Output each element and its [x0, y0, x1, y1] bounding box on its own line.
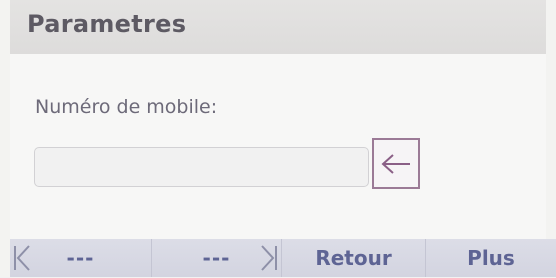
page-title: Parametres	[27, 10, 187, 38]
retour-softkey-label: Retour	[315, 246, 392, 270]
softkey-1-label: ---	[66, 246, 95, 270]
backspace-button[interactable]	[372, 138, 420, 189]
skip-last-icon	[261, 245, 277, 271]
plus-softkey-label: Plus	[467, 246, 515, 270]
skip-first-icon	[14, 245, 30, 271]
arrow-left-icon	[381, 153, 410, 174]
softkey-1[interactable]: ---	[10, 239, 152, 277]
softkey-2-label: ---	[202, 246, 231, 270]
retour-softkey[interactable]: Retour	[282, 239, 426, 277]
phone-screen: Parametres Numéro de mobile: --- --- Ret…	[0, 0, 556, 277]
settings-content: Numéro de mobile:	[10, 54, 546, 239]
skip-last-icon-wrap	[259, 243, 279, 278]
mobile-number-input[interactable]	[34, 147, 369, 187]
softkey-bar: --- --- Retour Plus	[10, 239, 556, 277]
plus-softkey[interactable]: Plus	[426, 239, 556, 277]
title-bar: Parametres	[10, 0, 546, 54]
mobile-number-label: Numéro de mobile:	[35, 96, 218, 118]
softkey-2[interactable]: ---	[152, 239, 282, 277]
